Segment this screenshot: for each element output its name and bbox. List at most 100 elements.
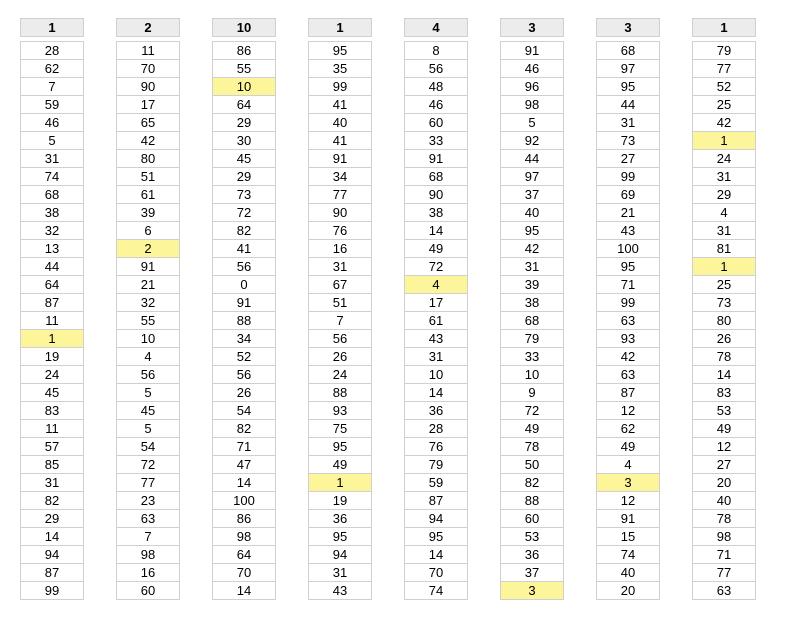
cell: 98 [500,95,564,114]
cell: 27 [596,149,660,168]
cell: 73 [212,185,276,204]
cell: 50 [500,455,564,474]
cell: 68 [20,185,84,204]
column-header: 2 [116,18,180,37]
cell: 88 [308,383,372,402]
cell: 88 [500,491,564,510]
cell: 91 [212,293,276,312]
cell: 10 [116,329,180,348]
cell: 55 [212,59,276,78]
cell: 60 [116,581,180,600]
cell: 72 [404,257,468,276]
cell: 40 [692,491,756,510]
cell: 14 [692,365,756,384]
cell: 94 [20,545,84,564]
cell: 92 [500,131,564,150]
cell: 63 [116,509,180,528]
cell: 29 [20,509,84,528]
cell: 5 [116,419,180,438]
cell: 17 [404,293,468,312]
cell: 86 [212,41,276,60]
cell: 43 [404,329,468,348]
cell: 32 [20,221,84,240]
cell: 5 [500,113,564,132]
cell: 77 [692,59,756,78]
cell: 99 [596,293,660,312]
cell: 28 [404,419,468,438]
cell: 14 [404,221,468,240]
cell: 80 [116,149,180,168]
cell: 16 [308,239,372,258]
cell: 59 [404,473,468,492]
column: 4856484660339168903814497241761433110143… [404,18,468,600]
cell: 87 [404,491,468,510]
cell: 57 [20,437,84,456]
cell: 97 [500,167,564,186]
cell: 52 [212,347,276,366]
cell: 72 [116,455,180,474]
cell: 79 [500,329,564,348]
cell: 44 [596,95,660,114]
cell: 31 [308,563,372,582]
column-header: 4 [404,18,468,37]
cell: 4 [404,275,468,294]
cell: 44 [20,257,84,276]
cell: 43 [308,581,372,600]
cell: 41 [212,239,276,258]
cell: 77 [116,473,180,492]
cell: 38 [500,293,564,312]
cell: 1 [20,329,84,348]
column: 1086551064293045297372824156091883452562… [212,18,276,600]
cell: 86 [212,509,276,528]
cell: 42 [692,113,756,132]
cell: 45 [20,383,84,402]
cell: 31 [692,221,756,240]
cell: 29 [692,185,756,204]
cell: 33 [404,131,468,150]
column-header: 1 [692,18,756,37]
cell: 98 [212,527,276,546]
cell: 31 [692,167,756,186]
cell: 44 [500,149,564,168]
cell: 11 [20,311,84,330]
cell: 26 [692,329,756,348]
cell: 74 [20,167,84,186]
cell: 37 [500,563,564,582]
cell: 49 [404,239,468,258]
cell: 70 [404,563,468,582]
cell: 24 [20,365,84,384]
cell: 31 [404,347,468,366]
column: 3689795443173279969214310095719963934263… [596,18,660,600]
cell: 43 [596,221,660,240]
cell: 71 [692,545,756,564]
cell: 42 [500,239,564,258]
cell: 24 [308,365,372,384]
cell: 95 [308,437,372,456]
cell: 28 [20,41,84,60]
cell: 45 [212,149,276,168]
cell: 95 [500,221,564,240]
column-header: 10 [212,18,276,37]
cell: 95 [308,41,372,60]
cell: 79 [404,455,468,474]
cell: 93 [596,329,660,348]
cell: 96 [500,77,564,96]
cell: 19 [308,491,372,510]
column: 1286275946531746838321344648711119244583… [20,18,84,600]
cell: 91 [596,509,660,528]
cell: 3 [500,581,564,600]
cell: 27 [692,455,756,474]
column-header: 1 [308,18,372,37]
cell: 34 [308,167,372,186]
cell: 35 [308,59,372,78]
cell: 2 [116,239,180,258]
cell: 38 [404,203,468,222]
cell: 40 [596,563,660,582]
cell: 7 [20,77,84,96]
cell: 53 [692,401,756,420]
cell: 8 [404,41,468,60]
cell: 4 [116,347,180,366]
cell: 1 [692,131,756,150]
cell: 52 [692,77,756,96]
cell: 79 [692,41,756,60]
